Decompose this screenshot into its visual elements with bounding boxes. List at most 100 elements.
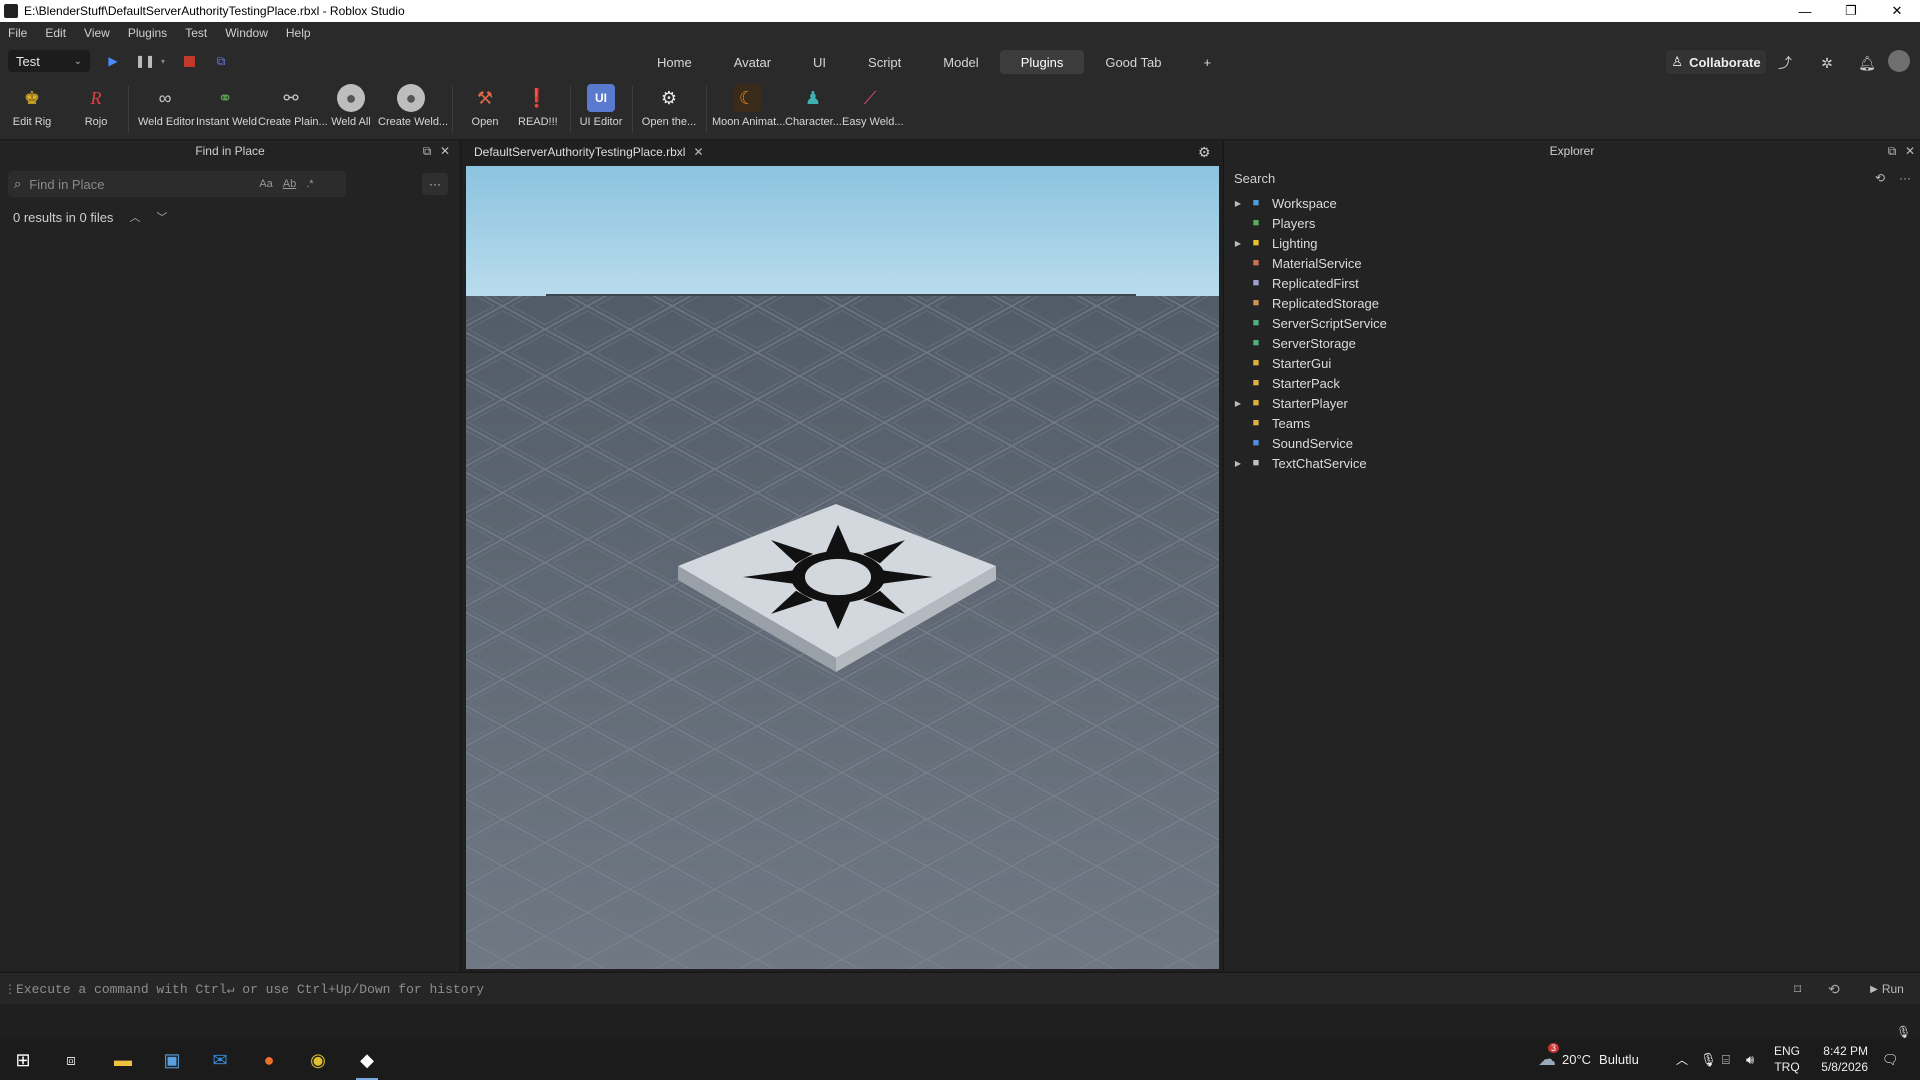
file-explorer-icon[interactable]: ▬	[108, 1045, 138, 1075]
read-button[interactable]: ❗ READ!!!	[518, 84, 558, 129]
expand-arrow-icon[interactable]: ▶	[1232, 199, 1244, 208]
tab-plugins[interactable]: Plugins	[999, 50, 1085, 74]
explorer-item-replicatedstorage[interactable]: ■ ReplicatedStorage	[1232, 293, 1387, 313]
language-indicator[interactable]: ENG TRQ	[1772, 1043, 1802, 1075]
viewport-settings-icon[interactable]: ⚙	[1198, 144, 1211, 161]
firefox-icon[interactable]: ●	[254, 1045, 284, 1075]
add-tab-button[interactable]: +	[1182, 50, 1232, 74]
notifications-icon[interactable]: 🗨︎	[1882, 1039, 1899, 1080]
find-input[interactable]	[29, 176, 250, 192]
avatar[interactable]	[1888, 50, 1910, 72]
tab-ui[interactable]: UI	[792, 50, 847, 74]
explorer-item-starterpack[interactable]: ■ StarterPack	[1232, 373, 1387, 393]
explorer-item-startergui[interactable]: ■ StarterGui	[1232, 353, 1387, 373]
mode-select[interactable]: Test ⌄	[8, 50, 90, 72]
minimize-button[interactable]: —	[1782, 0, 1828, 22]
clock[interactable]: 8:42 PM 5/8/2026	[1808, 1043, 1868, 1075]
menu-plugins[interactable]: Plugins	[128, 26, 167, 40]
share-icon[interactable]: ⤴	[1776, 54, 1794, 72]
close-icon[interactable]: ✕	[438, 144, 452, 158]
weld-editor-button[interactable]: ∞ Weld Editor	[138, 84, 195, 129]
create-weld-button[interactable]: ● Create Weld...	[378, 84, 448, 128]
easy-weld-button[interactable]: ⟋ Easy Weld...	[842, 84, 904, 129]
rojo-button[interactable]: R Rojo	[78, 84, 114, 129]
explorer-item-players[interactable]: ■ Players	[1232, 213, 1387, 233]
menu-view[interactable]: View	[84, 26, 110, 40]
document-tab[interactable]: DefaultServerAuthorityTestingPlace.rbxl …	[468, 141, 710, 163]
3d-viewport[interactable]	[466, 166, 1219, 969]
show-hidden-icons[interactable]: ︿	[1676, 1039, 1688, 1080]
expand-arrow-icon[interactable]: ▶	[1232, 239, 1244, 248]
voice-icon[interactable]: 🎙︎	[1896, 1025, 1911, 1039]
character-button[interactable]: ♟ Character...	[785, 84, 842, 129]
tab-model[interactable]: Model	[922, 50, 999, 74]
client-server-icon[interactable]: ⧉	[212, 52, 230, 70]
play-options-chevron-icon[interactable]: ▾	[154, 52, 172, 70]
explorer-item-lighting[interactable]: ▶ ■ Lighting	[1232, 233, 1387, 253]
task-view-icon[interactable]: ⧈	[56, 1045, 86, 1075]
match-word-toggle[interactable]: Ab	[283, 178, 296, 190]
explorer-item-replicatedfirst[interactable]: ■ ReplicatedFirst	[1232, 273, 1387, 293]
collaborate-button[interactable]: ♙ Collaborate	[1666, 50, 1766, 74]
close-icon[interactable]: ✕	[1903, 144, 1917, 158]
pause-icon[interactable]: ❚❚	[135, 52, 155, 70]
command-input[interactable]	[16, 979, 1756, 999]
popout-icon[interactable]: ⧉	[1885, 144, 1899, 158]
history-icon[interactable]: ⟲	[1875, 171, 1885, 185]
explorer-search[interactable]: Search ⟲ ···	[1230, 167, 1915, 189]
menu-edit[interactable]: Edit	[45, 26, 66, 40]
stop-icon[interactable]	[180, 52, 198, 70]
run-button[interactable]: ▶ Run	[1864, 978, 1910, 1000]
tab-avatar[interactable]: Avatar	[713, 50, 792, 74]
popout-icon[interactable]: ⧉	[420, 144, 434, 158]
bookmark-icon[interactable]: ⌑	[1794, 981, 1801, 998]
history-icon[interactable]: ⟲	[1828, 981, 1840, 998]
explorer-item-serverscriptservice[interactable]: ■ ServerScriptService	[1232, 313, 1387, 333]
more-icon[interactable]: ···	[1899, 171, 1911, 185]
ui-editor-button[interactable]: UI UI Editor	[579, 84, 623, 128]
tab-script[interactable]: Script	[847, 50, 922, 74]
menu-window[interactable]: Window	[225, 26, 268, 40]
expand-arrow-icon[interactable]: ▶	[1232, 399, 1244, 408]
store-icon[interactable]: ▣	[157, 1045, 187, 1075]
moon-animator-button[interactable]: ☾ Moon Animat...	[712, 84, 785, 128]
menu-test[interactable]: Test	[185, 26, 207, 40]
explorer-item-soundservice[interactable]: ■ SoundService	[1232, 433, 1387, 453]
team-create-icon[interactable]: ✲	[1818, 54, 1836, 72]
create-plain-button[interactable]: ⚯ Create Plain...	[258, 84, 328, 129]
tab-home[interactable]: Home	[636, 50, 713, 74]
instant-weld-button[interactable]: ⚭ Instant Weld	[196, 84, 257, 129]
next-result-icon[interactable]: ﹀	[156, 209, 167, 225]
match-case-toggle[interactable]: Aa	[259, 178, 272, 190]
volume-icon[interactable]: 🔊︎	[1746, 1039, 1754, 1080]
weather-widget[interactable]: ☁ 3 20°C Bulutlu	[1538, 1039, 1639, 1080]
explorer-item-starterplayer[interactable]: ▶ ■ StarterPlayer	[1232, 393, 1387, 413]
explorer-item-teams[interactable]: ■ Teams	[1232, 413, 1387, 433]
play-icon[interactable]: ▶	[104, 52, 122, 70]
windows-start-icon[interactable]: ⊞	[8, 1045, 38, 1075]
menu-help[interactable]: Help	[286, 26, 311, 40]
edit-rig-button[interactable]: ♚ Edit Rig	[10, 84, 54, 129]
tab-good-tab[interactable]: Good Tab	[1084, 50, 1182, 74]
more-options-button[interactable]: ···	[422, 173, 448, 195]
chrome-icon[interactable]: ◉	[303, 1045, 333, 1075]
regex-toggle[interactable]: .*	[306, 178, 313, 190]
restore-button[interactable]: ❐	[1828, 0, 1874, 22]
microphone-icon[interactable]: 🎙︎	[1700, 1039, 1717, 1080]
close-button[interactable]: ✕	[1874, 0, 1920, 22]
explorer-item-textchatservice[interactable]: ▶ ■ TextChatService	[1232, 453, 1387, 473]
open-button[interactable]: ⚒ Open	[470, 84, 500, 129]
previous-result-icon[interactable]: ︿	[129, 209, 140, 225]
explorer-item-materialservice[interactable]: ■ MaterialService	[1232, 253, 1387, 273]
bell-icon[interactable]: 🔔︎	[1858, 54, 1876, 72]
expand-arrow-icon[interactable]: ▶	[1232, 459, 1244, 468]
outlook-icon[interactable]: ✉	[205, 1045, 235, 1075]
close-tab-icon[interactable]: ✕	[693, 145, 703, 159]
network-icon[interactable]: ⌸	[1722, 1039, 1730, 1080]
menu-file[interactable]: File	[8, 26, 27, 40]
open-the-button[interactable]: ⚙ Open the...	[641, 84, 697, 129]
roblox-studio-taskbar-icon[interactable]: ◆	[352, 1045, 382, 1080]
explorer-item-workspace[interactable]: ▶ ■ Workspace	[1232, 193, 1387, 213]
explorer-item-serverstorage[interactable]: ■ ServerStorage	[1232, 333, 1387, 353]
weld-all-button[interactable]: ● Weld All	[330, 84, 372, 128]
